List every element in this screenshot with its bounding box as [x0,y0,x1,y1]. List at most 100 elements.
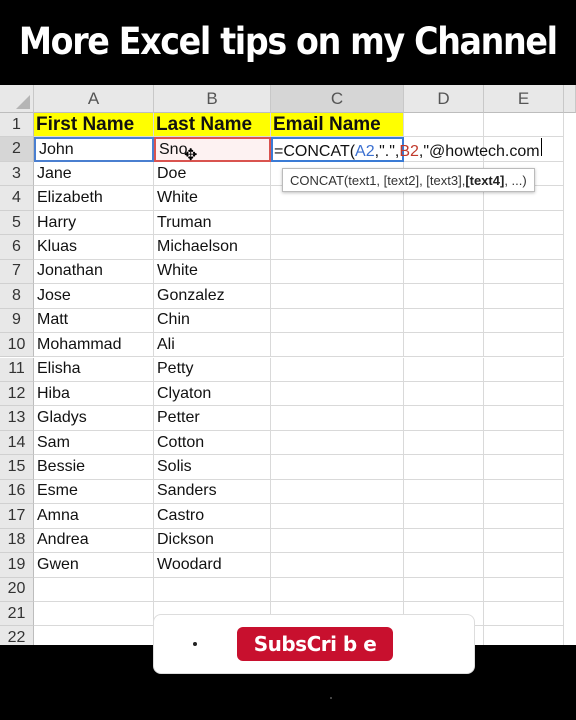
cell[interactable] [484,113,564,138]
cell-last-name[interactable]: Solis [154,455,271,480]
header-first-name[interactable]: First Name [34,113,154,138]
cell-email[interactable] [271,381,404,407]
cell[interactable] [404,577,484,602]
row-header[interactable]: 15 [0,455,34,480]
cell-last-name[interactable]: Sno [154,137,271,162]
cell[interactable] [484,455,564,480]
cell-last-name[interactable]: Cotton [154,430,271,456]
cell[interactable] [404,430,484,456]
row-header[interactable]: 9 [0,308,34,334]
cell-email[interactable] [271,357,404,382]
cell-email[interactable] [271,553,404,578]
cell[interactable] [484,381,564,407]
column-header-a[interactable]: A [34,85,154,113]
cell-last-name[interactable]: White [154,186,271,211]
cell-first-name[interactable]: Jose [34,284,154,309]
cell-last-name[interactable]: Sanders [154,479,271,505]
cell-last-name[interactable]: White [154,259,271,285]
row-header[interactable]: 17 [0,504,34,529]
row-header[interactable]: 22 [0,626,34,645]
cell-first-name[interactable] [34,626,154,645]
row-header[interactable]: 5 [0,210,34,236]
row-header[interactable]: 2 [0,137,34,162]
column-header-b[interactable]: B [154,85,271,113]
cell-first-name[interactable]: Amna [34,504,154,529]
cell[interactable] [484,357,564,382]
cell[interactable] [404,357,484,382]
formula-cell[interactable]: =CONCAT(A2,".",B2,"@howtech.com [271,137,542,162]
cell-email[interactable] [271,528,404,554]
cell[interactable] [404,259,484,285]
row-header[interactable]: 1 [0,113,34,138]
cell-last-name[interactable]: Clyaton [154,381,271,407]
cell[interactable] [484,333,564,358]
row-header[interactable]: 16 [0,479,34,505]
cell[interactable] [484,602,564,627]
cell-first-name[interactable]: Bessie [34,455,154,480]
subscribe-button[interactable]: SubsCri b e [237,627,393,661]
cell-email[interactable] [271,308,404,334]
cell-first-name[interactable]: Sam [34,430,154,456]
cell-first-name[interactable]: Jonathan [34,259,154,285]
cell[interactable] [404,504,484,529]
row-header[interactable]: 11 [0,357,34,382]
column-header-f[interactable] [564,85,576,113]
cell-first-name[interactable]: Kluas [34,235,154,260]
row-header[interactable]: 18 [0,528,34,554]
cell[interactable] [404,113,484,138]
cell-first-name[interactable]: Hiba [34,381,154,407]
cell-last-name[interactable]: Petter [154,406,271,431]
cell[interactable] [484,406,564,431]
cell[interactable] [404,308,484,334]
row-header[interactable]: 20 [0,577,34,602]
cell-email[interactable] [271,406,404,431]
cell-last-name[interactable]: Ali [154,333,271,358]
row-header[interactable]: 12 [0,381,34,407]
cell[interactable] [404,235,484,260]
cell[interactable] [404,333,484,358]
cell-first-name[interactable]: Andrea [34,528,154,554]
cell[interactable] [484,577,564,602]
cell-last-name[interactable]: Dickson [154,528,271,554]
column-header-d[interactable]: D [404,85,484,113]
cell-last-name[interactable]: Truman [154,210,271,236]
cell[interactable] [404,381,484,407]
cell-email[interactable] [271,479,404,505]
cell-last-name[interactable] [154,577,271,602]
cell-email[interactable] [271,333,404,358]
cell[interactable] [404,479,484,505]
column-header-e[interactable]: E [484,85,564,113]
cell-first-name[interactable]: Harry [34,210,154,236]
row-header[interactable]: 6 [0,235,34,260]
row-header[interactable]: 8 [0,284,34,309]
row-header[interactable]: 21 [0,602,34,627]
cell[interactable] [404,455,484,480]
row-header[interactable]: 19 [0,553,34,578]
cell-first-name[interactable]: Elisha [34,357,154,382]
cell-last-name[interactable]: Woodard [154,553,271,578]
row-header[interactable]: 7 [0,259,34,285]
row-header[interactable]: 13 [0,406,34,431]
cell-email[interactable] [271,455,404,480]
cell[interactable] [404,210,484,236]
cell-last-name[interactable]: Petty [154,357,271,382]
header-email-name[interactable]: Email Name [271,113,404,138]
cell-first-name[interactable] [34,602,154,627]
cell-email[interactable] [271,430,404,456]
cell[interactable] [484,308,564,334]
cell-first-name[interactable]: Gladys [34,406,154,431]
row-header[interactable]: 3 [0,161,34,187]
cell[interactable] [404,284,484,309]
cell-last-name[interactable]: Castro [154,504,271,529]
cell[interactable] [484,284,564,309]
cell-last-name[interactable]: Michaelson [154,235,271,260]
cell-first-name[interactable]: Jane [34,161,154,187]
cell-first-name[interactable]: Elizabeth [34,186,154,211]
cell-first-name[interactable]: Gwen [34,553,154,578]
cell[interactable] [484,235,564,260]
cell-last-name[interactable]: Doe [154,161,271,187]
cell-first-name[interactable]: Esme [34,479,154,505]
cell[interactable] [484,553,564,578]
row-header[interactable]: 14 [0,430,34,456]
cell-first-name[interactable]: Mohammad [34,333,154,358]
